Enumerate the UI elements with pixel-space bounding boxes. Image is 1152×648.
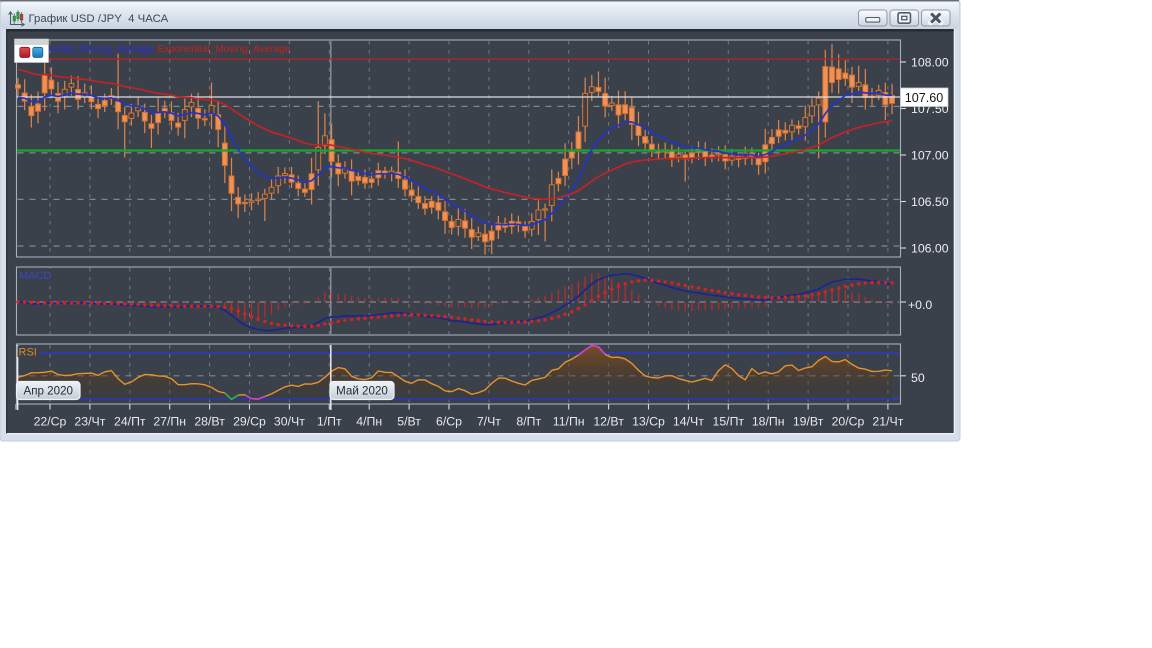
svg-text:12/Вт: 12/Вт — [593, 415, 624, 429]
svg-text:1/Пт: 1/Пт — [317, 415, 342, 429]
svg-text:27/Пн: 27/Пн — [153, 415, 186, 429]
svg-text:19/Вт: 19/Вт — [793, 415, 824, 429]
svg-text:8/Пт: 8/Пт — [516, 415, 541, 429]
svg-text:15/Пт: 15/Пт — [713, 415, 745, 429]
svg-text:7/Чт: 7/Чт — [477, 415, 501, 429]
svg-text:RSI: RSI — [19, 347, 37, 359]
svg-text:11/Пн: 11/Пн — [553, 415, 585, 429]
svg-text:28/Вт: 28/Вт — [194, 415, 225, 429]
svg-text:Апр 2020: Апр 2020 — [24, 385, 73, 398]
svg-text:22/Ср: 22/Ср — [34, 415, 67, 429]
svg-text:20/Ср: 20/Ср — [832, 415, 865, 429]
svg-text:50: 50 — [911, 371, 925, 385]
svg-text:24/Пт: 24/Пт — [114, 415, 146, 429]
svg-text:13/Ср: 13/Ср — [632, 415, 665, 429]
svg-text:106.50: 106.50 — [911, 195, 949, 209]
svg-text:29/Ср: 29/Ср — [233, 415, 266, 429]
svg-text:23/Чт: 23/Чт — [74, 415, 105, 429]
svg-text:4/Пн: 4/Пн — [356, 415, 382, 429]
svg-text:График USD /JPY 4 ЧАСА: График USD /JPY 4 ЧАСА — [29, 13, 169, 25]
svg-text:107.00: 107.00 — [911, 148, 949, 162]
svg-text:21/Чт: 21/Чт — [872, 415, 903, 429]
svg-text:107.60: 107.60 — [905, 91, 944, 105]
svg-text:108.00: 108.00 — [911, 55, 949, 69]
svg-text:14/Чт: 14/Чт — [673, 415, 704, 429]
svg-text:6/Ср: 6/Ср — [436, 415, 462, 429]
svg-text:Exponential_Moving_Average: Exponential_Moving_Average — [158, 44, 291, 55]
svg-text:106.00: 106.00 — [911, 241, 949, 255]
svg-text:18/Пн: 18/Пн — [752, 415, 785, 429]
svg-text:5/Вт: 5/Вт — [397, 415, 421, 429]
svg-text:Май 2020: Май 2020 — [336, 385, 388, 398]
svg-text:+0.0: +0.0 — [908, 298, 932, 312]
svg-text:30/Чт: 30/Чт — [274, 415, 305, 429]
svg-text:MACD: MACD — [19, 270, 51, 282]
